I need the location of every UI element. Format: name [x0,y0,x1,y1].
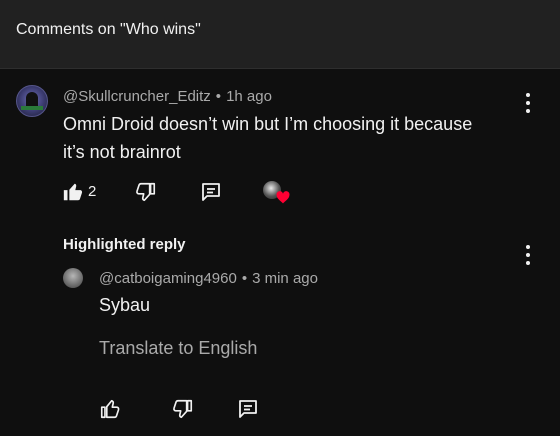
comment-meta: @Skullcruncher_Editz • 1h ago [63,88,272,105]
thumb-up-icon[interactable] [62,181,84,203]
more-vertical-icon[interactable] [519,91,537,115]
translate-button[interactable]: Translate to English [99,338,257,359]
thumb-up-icon[interactable] [99,398,121,420]
comments-header: Comments on "Who wins" [0,0,560,69]
reply-text: Sybau [99,295,151,315]
comment-time: 1h ago [226,88,272,105]
comment-text-line: Omni Droid doesn’t win but I’m choosing … [63,114,473,134]
comment-author[interactable]: @Skullcruncher_Editz [63,88,211,105]
reply-avatar[interactable] [63,268,83,288]
more-vertical-icon[interactable] [519,243,537,267]
reply-meta: @catboigaming4960 • 3 min ago [99,270,318,287]
reply-comment-icon[interactable] [236,397,260,421]
like-count: 2 [88,183,97,200]
avatar[interactable] [16,85,48,117]
thumb-down-icon[interactable] [172,398,194,420]
comment-text: Omni Droid doesn’t win but I’m choosing … [63,110,472,166]
reply-time: 3 min ago [252,270,318,287]
creator-heart-icon [276,191,290,204]
reply-comment-icon[interactable] [199,180,223,204]
header-title: Comments on "Who wins" [16,21,201,38]
creator-heart-badge [263,181,291,205]
comment-text-line: it’s not brainrot [63,142,181,162]
reply-author[interactable]: @catboigaming4960 [99,270,237,287]
highlighted-reply-label: Highlighted reply [63,236,186,253]
thumb-down-icon[interactable] [135,181,157,203]
